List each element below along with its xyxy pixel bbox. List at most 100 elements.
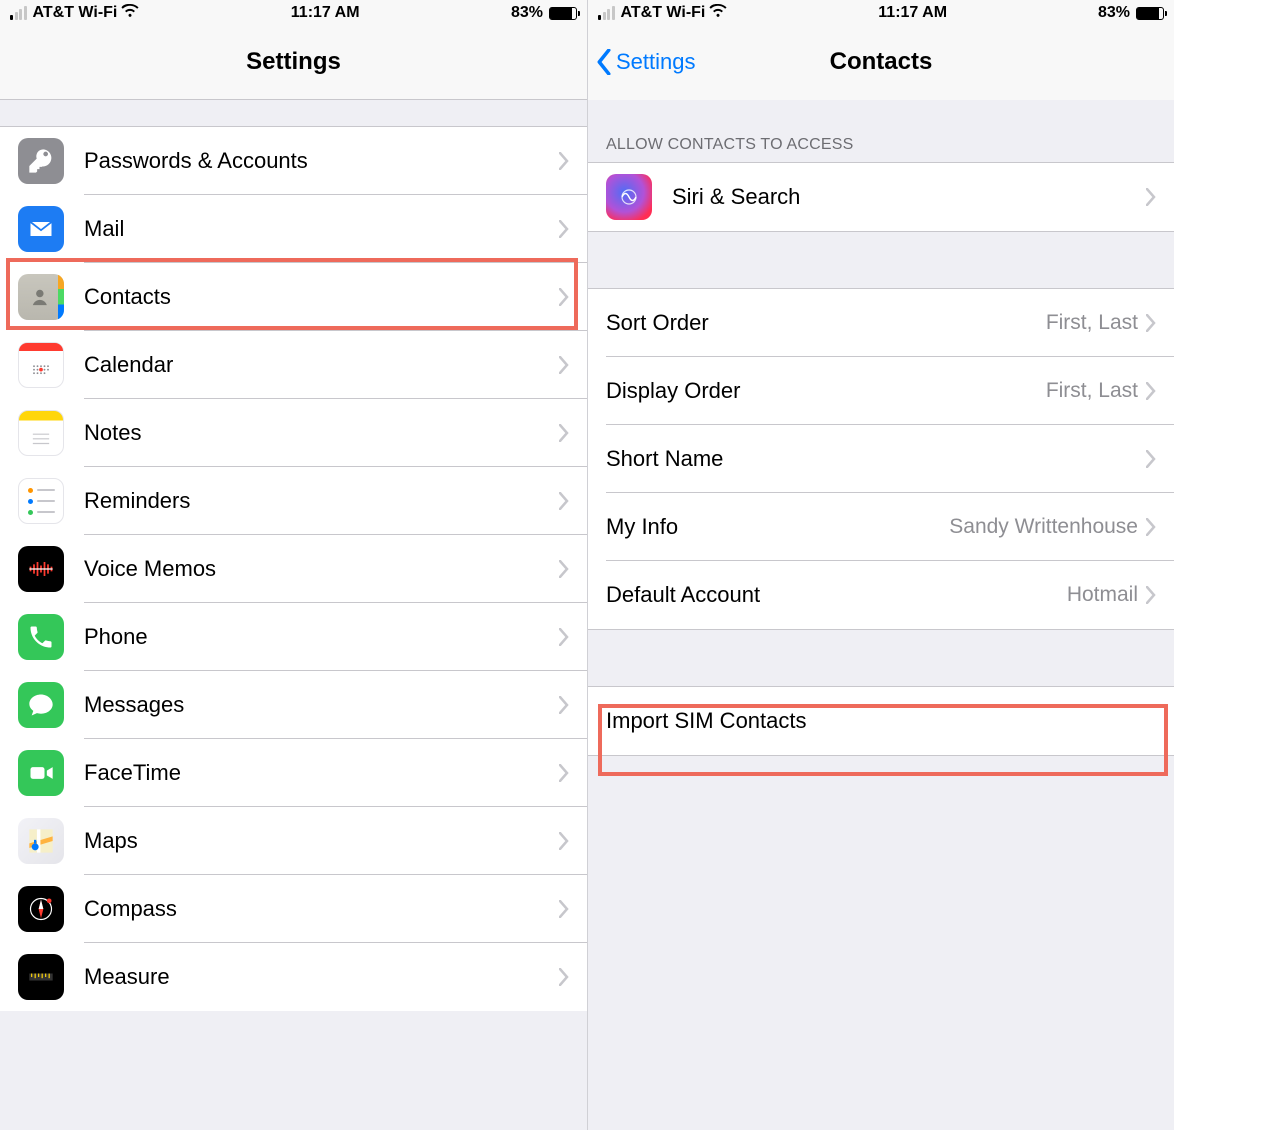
default-account-row[interactable]: Default Account Hotmail — [588, 561, 1174, 629]
maps-icon — [18, 818, 64, 864]
contacts-options-group: Sort Order First, Last Display Order Fir… — [588, 288, 1174, 630]
chevron-right-icon — [559, 220, 569, 238]
phone-icon — [18, 614, 64, 660]
measure-icon — [18, 954, 64, 1000]
import-sim-contacts-label: Import SIM Contacts — [606, 708, 1156, 734]
contacts-settings-screen: AT&T Wi-Fi 11:17 AM 83% Settings Contact… — [587, 0, 1174, 1130]
chevron-right-icon — [1146, 314, 1156, 332]
chevron-right-icon — [559, 696, 569, 714]
sort-order-row[interactable]: Sort Order First, Last — [588, 289, 1174, 357]
chevron-right-icon — [1146, 450, 1156, 468]
short-name-row[interactable]: Short Name — [588, 425, 1174, 493]
cellular-signal-icon — [598, 6, 615, 20]
siri-group: Siri & Search — [588, 162, 1174, 232]
siri-search-label: Siri & Search — [672, 184, 1146, 210]
settings-row-reminders[interactable]: Reminders — [0, 467, 587, 535]
sort-order-value: First, Last — [1046, 311, 1138, 335]
settings-row-measure[interactable]: Measure — [0, 943, 587, 1011]
settings-row-label: Contacts — [84, 284, 559, 310]
chevron-right-icon — [559, 356, 569, 374]
default-account-label: Default Account — [606, 582, 1067, 608]
settings-row-messages[interactable]: Messages — [0, 671, 587, 739]
siri-icon — [606, 174, 652, 220]
settings-nav-header: Settings — [0, 24, 587, 100]
back-button[interactable]: Settings — [596, 49, 696, 75]
display-order-row[interactable]: Display Order First, Last — [588, 357, 1174, 425]
settings-row-label: Compass — [84, 896, 559, 922]
settings-row-label: Reminders — [84, 488, 559, 514]
mail-icon — [18, 206, 64, 252]
settings-row-label: FaceTime — [84, 760, 559, 786]
chevron-right-icon — [559, 968, 569, 986]
my-info-row[interactable]: My Info Sandy Writtenhouse — [588, 493, 1174, 561]
settings-row-calendar[interactable]: Calendar — [0, 331, 587, 399]
chevron-right-icon — [559, 288, 569, 306]
settings-screen: AT&T Wi-Fi 11:17 AM 83% Settings Passwor… — [0, 0, 587, 1130]
carrier-label: AT&T Wi-Fi — [621, 4, 706, 22]
contacts-nav-header: Settings Contacts — [588, 24, 1174, 100]
status-time: 11:17 AM — [878, 4, 947, 22]
carrier-label: AT&T Wi-Fi — [33, 4, 118, 22]
settings-row-label: Maps — [84, 828, 559, 854]
settings-row-label: Calendar — [84, 352, 559, 378]
wifi-icon — [121, 4, 139, 23]
chevron-right-icon — [559, 832, 569, 850]
facetime-icon — [18, 750, 64, 796]
settings-row-facetime[interactable]: FaceTime — [0, 739, 587, 807]
settings-row-label: Voice Memos — [84, 556, 559, 582]
display-order-label: Display Order — [606, 378, 1046, 404]
chevron-right-icon — [559, 492, 569, 510]
wifi-icon — [709, 4, 727, 23]
sort-order-label: Sort Order — [606, 310, 1046, 336]
settings-title: Settings — [246, 48, 341, 76]
settings-row-label: Phone — [84, 624, 559, 650]
settings-row-voicememos[interactable]: Voice Memos — [0, 535, 587, 603]
settings-row-compass[interactable]: Compass — [0, 875, 587, 943]
chevron-right-icon — [559, 152, 569, 170]
chevron-right-icon — [559, 900, 569, 918]
settings-row-label: Mail — [84, 216, 559, 242]
notes-icon — [18, 410, 64, 456]
settings-row-label: Passwords & Accounts — [84, 148, 559, 174]
settings-row-contacts[interactable]: Contacts — [0, 263, 587, 331]
siri-search-row[interactable]: Siri & Search — [588, 163, 1174, 231]
settings-row-mail[interactable]: Mail — [0, 195, 587, 263]
chevron-right-icon — [559, 628, 569, 646]
chevron-right-icon — [559, 764, 569, 782]
messages-icon — [18, 682, 64, 728]
settings-row-maps[interactable]: Maps — [0, 807, 587, 875]
status-bar: AT&T Wi-Fi 11:17 AM 83% — [588, 0, 1174, 24]
settings-row-phone[interactable]: Phone — [0, 603, 587, 671]
import-sim-group: Import SIM Contacts — [588, 686, 1174, 756]
settings-row-passwords[interactable]: Passwords & Accounts — [0, 127, 587, 195]
status-time: 11:17 AM — [291, 4, 360, 22]
cellular-signal-icon — [10, 6, 27, 20]
settings-row-notes[interactable]: Notes — [0, 399, 587, 467]
back-button-label: Settings — [616, 49, 696, 75]
chevron-right-icon — [1146, 586, 1156, 604]
contacts-icon — [18, 274, 64, 320]
contacts-title: Contacts — [830, 48, 933, 76]
status-bar: AT&T Wi-Fi 11:17 AM 83% — [0, 0, 587, 24]
settings-row-label: Measure — [84, 964, 559, 990]
calendar-icon — [18, 342, 64, 388]
chevron-right-icon — [1146, 518, 1156, 536]
battery-icon — [549, 7, 577, 20]
chevron-right-icon — [1146, 382, 1156, 400]
default-account-value: Hotmail — [1067, 583, 1138, 607]
chevron-right-icon — [559, 560, 569, 578]
short-name-label: Short Name — [606, 446, 1138, 472]
chevron-right-icon — [1146, 188, 1156, 206]
settings-row-label: Notes — [84, 420, 559, 446]
compass-icon — [18, 886, 64, 932]
voicememos-icon — [18, 546, 64, 592]
key-icon — [18, 138, 64, 184]
battery-icon — [1136, 7, 1164, 20]
settings-row-label: Messages — [84, 692, 559, 718]
my-info-label: My Info — [606, 514, 949, 540]
chevron-right-icon — [559, 424, 569, 442]
display-order-value: First, Last — [1046, 379, 1138, 403]
my-info-value: Sandy Writtenhouse — [949, 515, 1138, 539]
reminders-icon — [18, 478, 64, 524]
import-sim-contacts-button[interactable]: Import SIM Contacts — [588, 687, 1174, 755]
